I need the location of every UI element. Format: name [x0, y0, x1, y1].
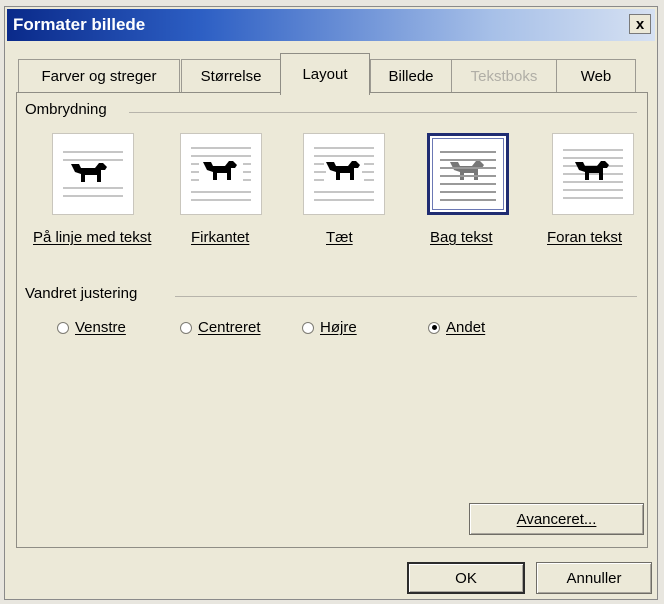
radio-label: Venstre — [75, 319, 126, 336]
wrap-option-in-front[interactable] — [552, 133, 634, 215]
tab-billede[interactable]: Billede — [370, 59, 452, 92]
radio-selected-dot — [431, 325, 437, 330]
title-bar[interactable]: Formater billede x — [7, 9, 655, 41]
radio-button[interactable] — [180, 321, 192, 334]
radio-hojre[interactable]: Højre — [302, 319, 357, 336]
tab-storrelse[interactable]: Størrelse — [181, 59, 281, 92]
close-button[interactable]: x — [629, 14, 651, 34]
wrapping-group-label: Ombrydning — [25, 101, 113, 118]
advanced-button[interactable]: Avanceret... — [469, 503, 644, 535]
radio-label: Andet — [446, 319, 486, 336]
dialog-title: Formater billede — [13, 15, 146, 34]
tab-label: Farver og streger — [41, 67, 157, 85]
radio-label: Højre — [320, 319, 357, 336]
group-divider — [175, 296, 637, 297]
radio-centreret[interactable]: Centreret — [180, 319, 261, 336]
radio-andet[interactable]: Andet — [428, 319, 485, 336]
tab-tekstboks: Tekstboks — [451, 59, 557, 92]
tab-label: Layout — [302, 66, 348, 83]
wrap-option-square[interactable] — [180, 133, 262, 215]
tight-wrap-icon — [314, 147, 374, 201]
tab-label: Størrelse — [200, 67, 262, 85]
wrap-option-behind-text[interactable] — [427, 133, 509, 215]
tab-label: Web — [580, 67, 612, 85]
tab-label: Billede — [388, 67, 434, 85]
wrap-label-behind-text[interactable]: Bag tekst — [430, 229, 493, 246]
group-divider — [129, 112, 637, 113]
radio-button[interactable] — [57, 321, 69, 334]
layout-tab-panel: Ombrydning På linje med tekst Firkantet … — [16, 92, 648, 548]
wrap-option-tight[interactable] — [303, 133, 385, 215]
ok-button-label: OK — [455, 569, 477, 587]
wrap-option-inline[interactable] — [52, 133, 134, 215]
tab-layout[interactable]: Layout — [280, 53, 370, 95]
radio-button[interactable] — [428, 321, 440, 334]
cancel-button-label: Annuller — [566, 569, 622, 587]
tab-farver-og-streger[interactable]: Farver og streger — [18, 59, 180, 92]
radio-label: Centreret — [198, 319, 261, 336]
advanced-button-label: Avanceret... — [516, 510, 597, 528]
wrap-label-square[interactable]: Firkantet — [191, 229, 249, 246]
behind-text-icon — [440, 151, 496, 201]
cancel-button[interactable]: Annuller — [536, 562, 652, 594]
radio-button[interactable] — [302, 321, 314, 334]
ok-button[interactable]: OK — [407, 562, 525, 594]
tab-label: Tekstboks — [470, 67, 538, 85]
in-front-of-text-icon — [563, 149, 623, 199]
wrap-label-in-front[interactable]: Foran tekst — [547, 229, 622, 246]
inline-with-text-icon — [63, 151, 123, 197]
wrap-label-tight[interactable]: Tæt — [326, 229, 353, 246]
tab-web[interactable]: Web — [556, 59, 636, 92]
close-icon: x — [635, 15, 645, 33]
square-wrap-icon — [191, 147, 251, 201]
wrap-label-inline[interactable]: På linje med tekst — [33, 229, 151, 246]
alignment-group-label: Vandret justering — [25, 285, 144, 302]
format-picture-dialog: Formater billede x Farver og streger Stø… — [4, 6, 658, 600]
radio-venstre[interactable]: Venstre — [57, 319, 126, 336]
